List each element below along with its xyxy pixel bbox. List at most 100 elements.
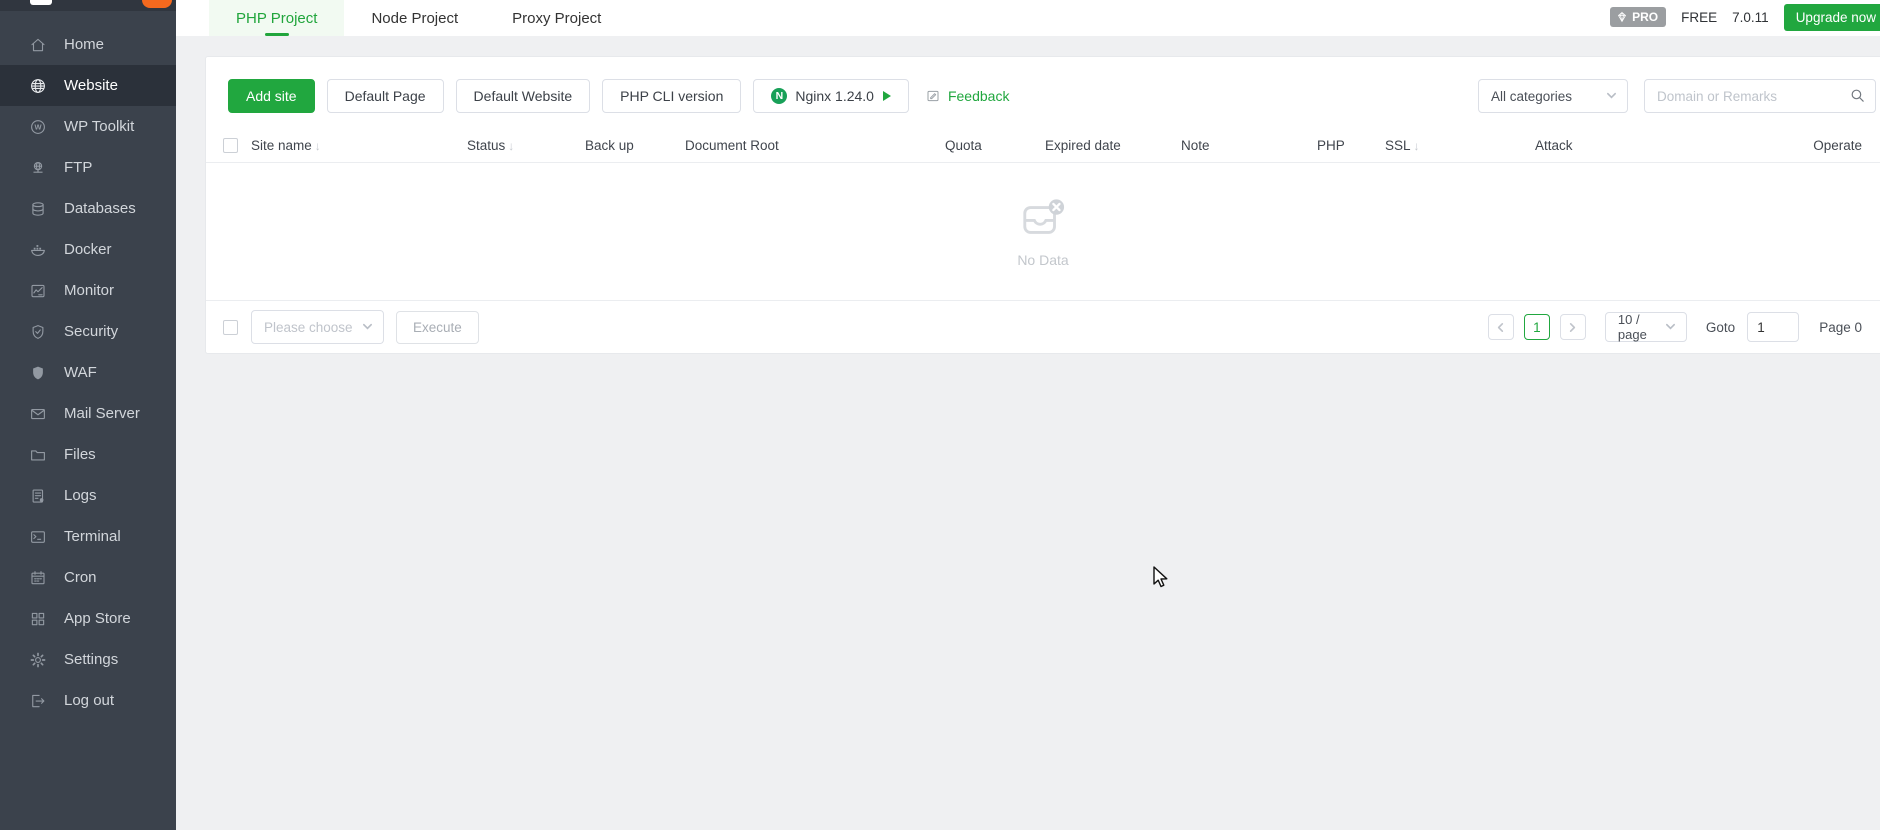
sidebar-item-label: Mail Server bbox=[64, 405, 140, 422]
tab-node-project[interactable]: Node Project bbox=[344, 0, 485, 36]
sidebar-nav: Home Website W WP Toolkit FTP Databases … bbox=[0, 11, 176, 721]
project-tabs: PHP Project Node Project Proxy Project bbox=[176, 0, 628, 36]
pro-badge[interactable]: PRO bbox=[1610, 7, 1667, 27]
column-label: Expired date bbox=[1045, 138, 1121, 153]
table-empty-state: No Data bbox=[206, 163, 1880, 301]
column-label: Attack bbox=[1535, 138, 1573, 153]
trial-badge[interactable] bbox=[142, 0, 172, 8]
sidebar-item-log-out[interactable]: Log out bbox=[0, 680, 176, 721]
page-info-label: Page 0 bbox=[1819, 319, 1862, 335]
tab-label: PHP Project bbox=[236, 9, 318, 27]
select-all-checkbox[interactable] bbox=[223, 138, 238, 154]
page-number-button[interactable]: 1 bbox=[1523, 314, 1550, 340]
column-header-ssl[interactable]: SSL ↓ bbox=[1385, 138, 1535, 153]
column-label: PHP bbox=[1317, 138, 1345, 153]
shield-check-icon bbox=[29, 323, 47, 341]
feedback-link[interactable]: Feedback bbox=[925, 88, 1009, 104]
sidebar-item-databases[interactable]: Databases bbox=[0, 188, 176, 229]
prev-page-button[interactable] bbox=[1487, 314, 1514, 340]
column-label: Back up bbox=[585, 138, 634, 153]
chevron-down-icon bbox=[1665, 320, 1676, 335]
goto-label: Goto bbox=[1705, 319, 1736, 335]
column-header-php: PHP bbox=[1317, 138, 1385, 153]
per-page-select[interactable]: 10 / page bbox=[1604, 312, 1687, 342]
php-cli-version-button[interactable]: PHP CLI version bbox=[602, 79, 742, 113]
tab-php-project[interactable]: PHP Project bbox=[209, 0, 345, 36]
column-label: Quota bbox=[945, 138, 982, 153]
sidebar-item-label: Docker bbox=[64, 241, 112, 258]
sidebar-item-logs[interactable]: Logs bbox=[0, 475, 176, 516]
search-box bbox=[1644, 79, 1876, 113]
feedback-note-icon bbox=[927, 90, 939, 102]
version-label: 7.0.11 bbox=[1732, 9, 1769, 25]
ftp-globe-icon bbox=[29, 159, 47, 177]
tab-label: Proxy Project bbox=[512, 9, 602, 27]
sidebar-item-label: WAF bbox=[64, 364, 97, 381]
gear-icon bbox=[29, 651, 47, 669]
sidebar-item-terminal[interactable]: Terminal bbox=[0, 516, 176, 557]
tab-proxy-project[interactable]: Proxy Project bbox=[485, 0, 628, 36]
chevron-down-icon bbox=[362, 320, 373, 335]
table-header-row: Site name ↓ Status ↓ Back up Document Root… bbox=[206, 129, 1880, 163]
footer-select-all-checkbox[interactable] bbox=[223, 319, 238, 335]
sidebar-item-files[interactable]: Files bbox=[0, 434, 176, 475]
logout-icon bbox=[29, 692, 47, 710]
tab-label: Node Project bbox=[371, 9, 459, 27]
category-filter-value: All categories bbox=[1491, 88, 1573, 104]
column-header-site-name[interactable]: Site name ↓ bbox=[251, 138, 467, 153]
sidebar-item-label: Monitor bbox=[64, 282, 115, 299]
column-header-document-root: Document Root bbox=[685, 138, 945, 153]
add-site-button[interactable]: Add site bbox=[228, 79, 315, 113]
mail-envelope-icon bbox=[29, 405, 47, 423]
column-label: Status bbox=[467, 138, 506, 153]
sidebar-item-label: Settings bbox=[64, 651, 119, 668]
column-header-note: Note bbox=[1181, 138, 1317, 153]
sidebar-item-mail-server[interactable]: Mail Server bbox=[0, 393, 176, 434]
search-input[interactable] bbox=[1644, 79, 1876, 113]
column-header-back-up: Back up bbox=[585, 138, 685, 153]
diamond-icon bbox=[1618, 11, 1627, 23]
grid-icon bbox=[29, 610, 47, 628]
sidebar-item-label: Files bbox=[64, 446, 96, 463]
sidebar-item-docker[interactable]: Docker bbox=[0, 229, 176, 270]
sidebar-item-home[interactable]: Home bbox=[0, 24, 176, 65]
sidebar-item-settings[interactable]: Settings bbox=[0, 639, 176, 680]
search-icon[interactable] bbox=[1849, 87, 1866, 109]
topbar: PHP Project Node Project Proxy Project P… bbox=[176, 0, 1880, 36]
play-icon bbox=[882, 91, 891, 101]
sidebar-item-waf[interactable]: WAF bbox=[0, 352, 176, 393]
sidebar-item-cron[interactable]: Cron bbox=[0, 557, 176, 598]
docker-whale-icon bbox=[29, 241, 47, 259]
sidebar-item-monitor[interactable]: Monitor bbox=[0, 270, 176, 311]
category-filter-select[interactable]: All categories bbox=[1478, 79, 1628, 113]
nginx-version-label: Nginx 1.24.0 bbox=[795, 88, 874, 104]
sidebar-item-security[interactable]: Security bbox=[0, 311, 176, 352]
topbar-right: PRO FREE 7.0.11 Upgrade now bbox=[1610, 0, 1880, 34]
column-header-status[interactable]: Status ↓ bbox=[467, 138, 585, 153]
next-page-button[interactable] bbox=[1559, 314, 1586, 340]
upgrade-now-button[interactable]: Upgrade now bbox=[1783, 3, 1880, 31]
sidebar-item-app-store[interactable]: App Store bbox=[0, 598, 176, 639]
main-content: Add site Default Page Default Website PH… bbox=[176, 36, 1880, 830]
sidebar: Home Website W WP Toolkit FTP Databases … bbox=[0, 0, 176, 830]
globe-icon bbox=[29, 77, 47, 95]
svg-text:W: W bbox=[34, 122, 42, 131]
feedback-label: Feedback bbox=[947, 88, 1010, 104]
goto-page-input[interactable] bbox=[1747, 312, 1800, 342]
execute-button[interactable]: Execute bbox=[396, 310, 479, 344]
terminal-icon bbox=[29, 528, 47, 546]
sidebar-header bbox=[0, 0, 176, 11]
nginx-version-button[interactable]: N Nginx 1.24.0 bbox=[753, 79, 909, 113]
sidebar-item-label: Logs bbox=[64, 487, 97, 504]
batch-action-placeholder: Please choose bbox=[264, 319, 353, 335]
sort-arrow-icon: ↓ bbox=[314, 139, 321, 153]
sidebar-item-website[interactable]: Website bbox=[0, 65, 176, 106]
default-website-button[interactable]: Default Website bbox=[455, 79, 591, 113]
plan-label: FREE bbox=[1681, 9, 1718, 25]
default-page-button[interactable]: Default Page bbox=[326, 79, 444, 113]
nginx-logo-icon: N bbox=[771, 88, 788, 104]
sidebar-item-wp-toolkit[interactable]: W WP Toolkit bbox=[0, 106, 176, 147]
sidebar-item-ftp[interactable]: FTP bbox=[0, 147, 176, 188]
batch-action-select[interactable]: Please choose bbox=[251, 310, 384, 344]
column-header-quota: Quota bbox=[945, 138, 1045, 153]
